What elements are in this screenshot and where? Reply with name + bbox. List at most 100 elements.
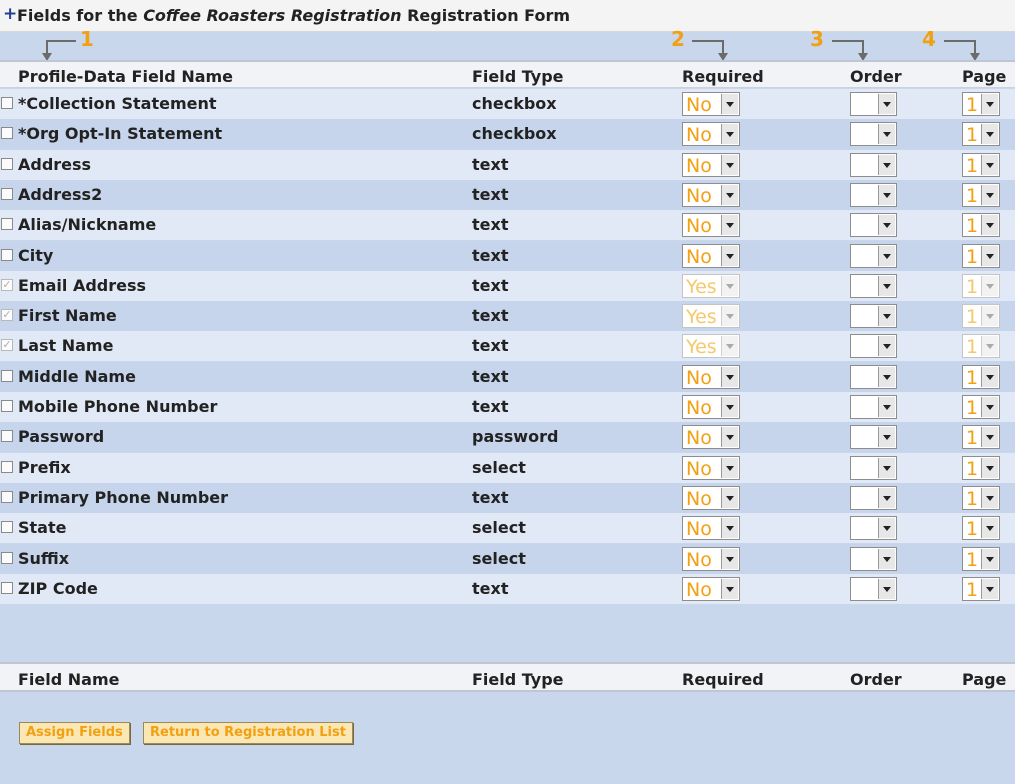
page-select[interactable]: 1 [962,576,1000,601]
include-field-checkbox[interactable] [1,248,13,261]
dropdown-arrow-icon[interactable] [721,518,738,539]
dropdown-arrow-icon[interactable] [981,397,998,417]
include-field-checkbox[interactable] [1,97,13,109]
page-select[interactable]: 1 [962,455,1000,480]
required-select[interactable]: No [682,152,740,177]
order-select[interactable] [850,546,897,571]
include-field-checkbox[interactable] [1,460,13,473]
page-select[interactable]: 1 [962,92,1000,116]
order-select[interactable] [850,576,897,601]
dropdown-arrow-icon[interactable] [981,518,998,539]
include-field-checkbox[interactable] [1,400,13,412]
order-select[interactable] [850,92,897,116]
dropdown-arrow-icon[interactable] [721,124,738,145]
page-select[interactable]: 1 [962,122,1000,147]
page-select[interactable]: 1 [962,516,1000,541]
page-select[interactable]: 1 [962,546,1000,571]
required-select[interactable]: No [682,576,740,601]
include-field-checkbox[interactable] [1,430,13,443]
page-select[interactable]: 1 [962,395,1000,419]
include-field-checkbox[interactable] [1,369,13,382]
required-select[interactable]: No [682,516,740,541]
order-select[interactable] [850,243,897,268]
required-select[interactable]: No [682,182,740,207]
page-select[interactable]: 1 [962,152,1000,177]
dropdown-arrow-icon[interactable] [721,94,738,114]
dropdown-arrow-icon[interactable] [981,457,998,478]
required-select[interactable]: No [682,92,740,116]
dropdown-arrow-icon[interactable] [721,578,738,599]
required-select[interactable]: No [682,243,740,268]
order-select[interactable] [850,334,897,359]
dropdown-arrow-icon[interactable] [721,397,738,417]
dropdown-arrow-icon[interactable] [981,427,998,448]
column-header-type[interactable]: Field Type [472,67,564,86]
dropdown-arrow-icon[interactable] [878,548,895,569]
dropdown-arrow-icon[interactable] [878,336,895,357]
dropdown-arrow-icon[interactable] [981,245,998,266]
dropdown-arrow-icon[interactable] [878,124,895,145]
include-field-checkbox[interactable] [1,157,13,170]
column-header-name[interactable]: Profile-Data Field Name [18,67,233,86]
dropdown-arrow-icon[interactable] [981,124,998,145]
order-select[interactable] [850,122,897,147]
dropdown-arrow-icon[interactable] [721,245,738,266]
dropdown-arrow-icon[interactable] [721,457,738,478]
include-field-checkbox[interactable] [1,490,13,503]
required-select[interactable]: No [682,395,740,419]
dropdown-arrow-icon[interactable] [721,184,738,205]
dropdown-arrow-icon[interactable] [721,427,738,448]
required-select[interactable]: No [682,364,740,389]
column-header-order[interactable]: Order [850,67,902,86]
include-field-checkbox[interactable] [1,187,13,200]
required-select[interactable]: No [682,213,740,238]
return-to-registration-list-button[interactable]: Return to Registration List [143,722,353,744]
dropdown-arrow-icon[interactable] [981,548,998,569]
order-select[interactable] [850,213,897,238]
dropdown-arrow-icon[interactable] [878,245,895,266]
page-select[interactable]: 1 [962,182,1000,207]
assign-fields-button[interactable]: Assign Fields [19,722,130,744]
order-select[interactable] [850,516,897,541]
required-select[interactable]: No [682,546,740,571]
order-select[interactable] [850,304,897,329]
dropdown-arrow-icon[interactable] [878,184,895,205]
required-select[interactable]: No [682,485,740,510]
order-select[interactable] [850,273,897,298]
dropdown-arrow-icon[interactable] [878,154,895,175]
dropdown-arrow-icon[interactable] [878,215,895,236]
dropdown-arrow-icon[interactable] [981,578,998,599]
order-select[interactable] [850,485,897,510]
page-select[interactable]: 1 [962,485,1000,510]
order-select[interactable] [850,364,897,389]
dropdown-arrow-icon[interactable] [721,366,738,387]
dropdown-arrow-icon[interactable] [878,94,895,114]
dropdown-arrow-icon[interactable] [878,427,895,448]
column-header-page[interactable]: Page [962,67,1006,86]
page-select[interactable]: 1 [962,364,1000,389]
include-field-checkbox[interactable] [1,218,13,231]
order-select[interactable] [850,395,897,419]
order-select[interactable] [850,455,897,480]
dropdown-arrow-icon[interactable] [878,457,895,478]
dropdown-arrow-icon[interactable] [878,397,895,417]
include-field-checkbox[interactable] [1,581,13,594]
required-select[interactable]: No [682,425,740,450]
page-select[interactable]: 1 [962,213,1000,238]
dropdown-arrow-icon[interactable] [981,184,998,205]
dropdown-arrow-icon[interactable] [981,215,998,236]
dropdown-arrow-icon[interactable] [721,154,738,175]
dropdown-arrow-icon[interactable] [878,518,895,539]
dropdown-arrow-icon[interactable] [878,578,895,599]
dropdown-arrow-icon[interactable] [721,548,738,569]
dropdown-arrow-icon[interactable] [981,154,998,175]
dropdown-arrow-icon[interactable] [878,487,895,508]
required-select[interactable]: No [682,122,740,147]
dropdown-arrow-icon[interactable] [981,94,998,114]
dropdown-arrow-icon[interactable] [981,366,998,387]
required-select[interactable]: No [682,455,740,480]
include-field-checkbox[interactable] [1,521,13,534]
include-field-checkbox[interactable] [1,127,13,140]
dropdown-arrow-icon[interactable] [721,487,738,508]
include-field-checkbox[interactable] [1,551,13,564]
